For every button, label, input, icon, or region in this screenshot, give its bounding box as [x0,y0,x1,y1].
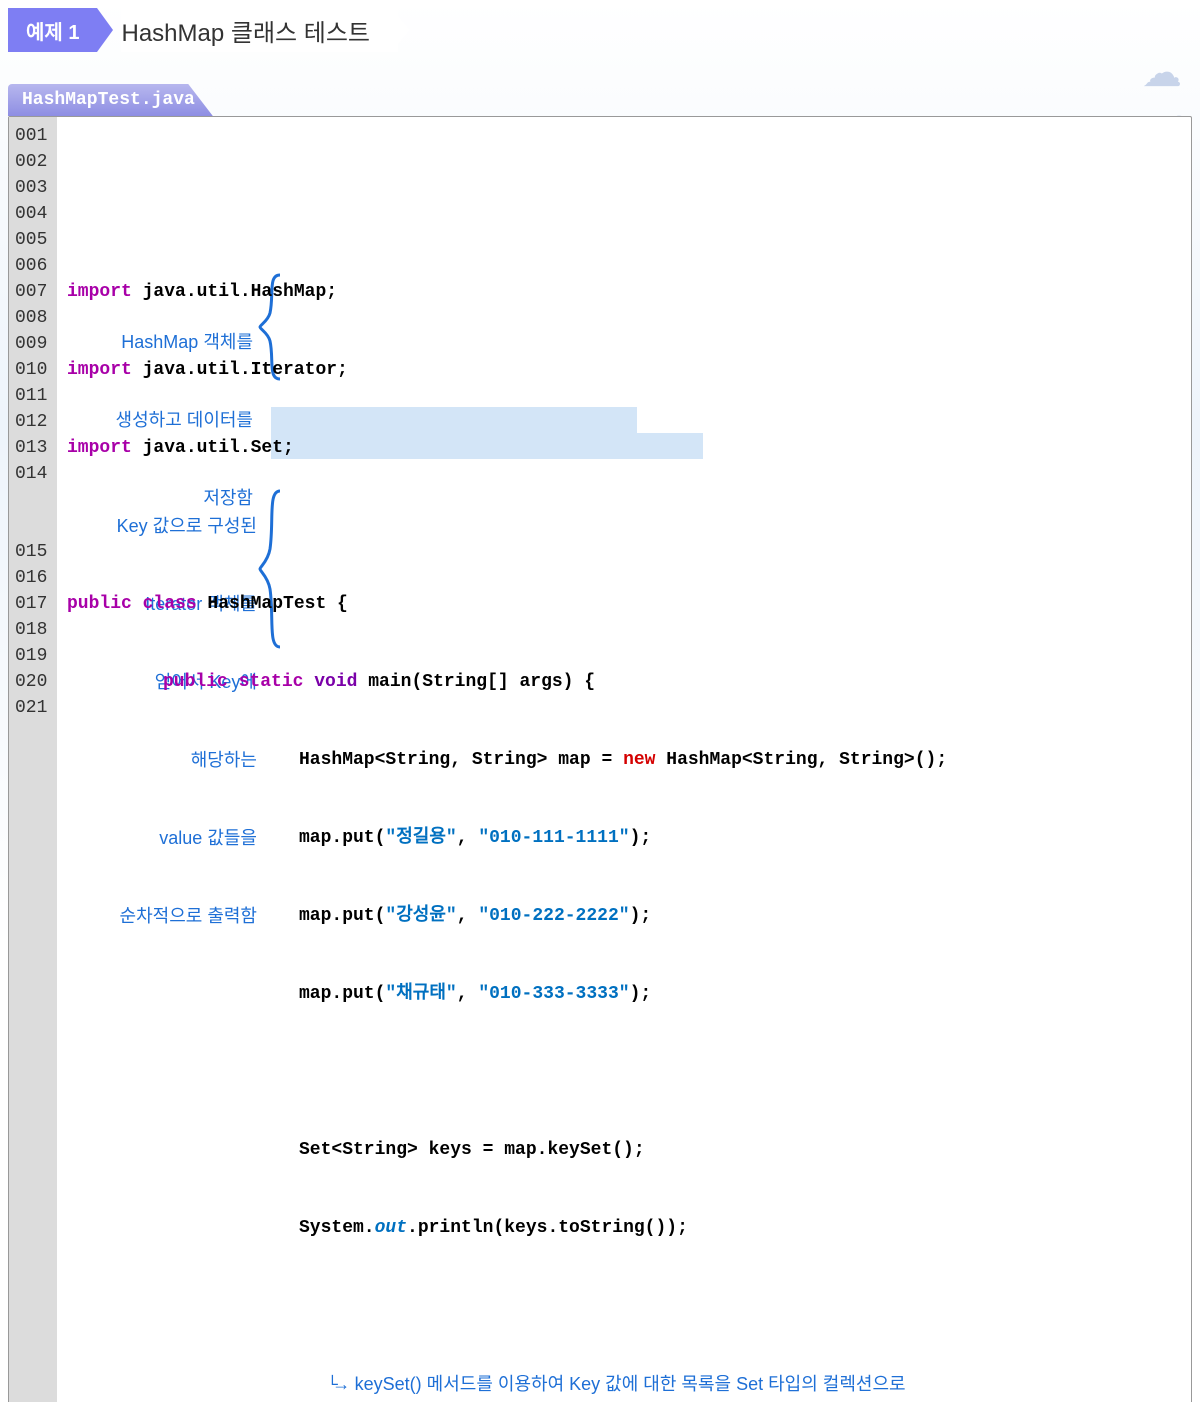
file-tab: HashMapTest.java [8,84,213,116]
example-title: HashMap 클래스 테스트 [121,8,398,52]
code-content: import java.util.HashMap; import java.ut… [57,117,1191,1402]
line-number-gutter: 001002003 004005006 007008009 010011012 … [9,117,57,1402]
example-badge: 예제 1 [8,8,97,52]
code-block: 001002003 004005006 007008009 010011012 … [8,116,1192,1402]
inline-annotation: └→ keySet() 메서드를 이용하여 Key 값에 대한 목록을 Set … [67,1319,1181,1402]
highlight [271,407,637,433]
arrow-icon: └→ [327,1376,345,1396]
example-header: 예제 1 HashMap 클래스 테스트 [8,8,1192,52]
cloud-icon: ☁ [1142,50,1182,96]
